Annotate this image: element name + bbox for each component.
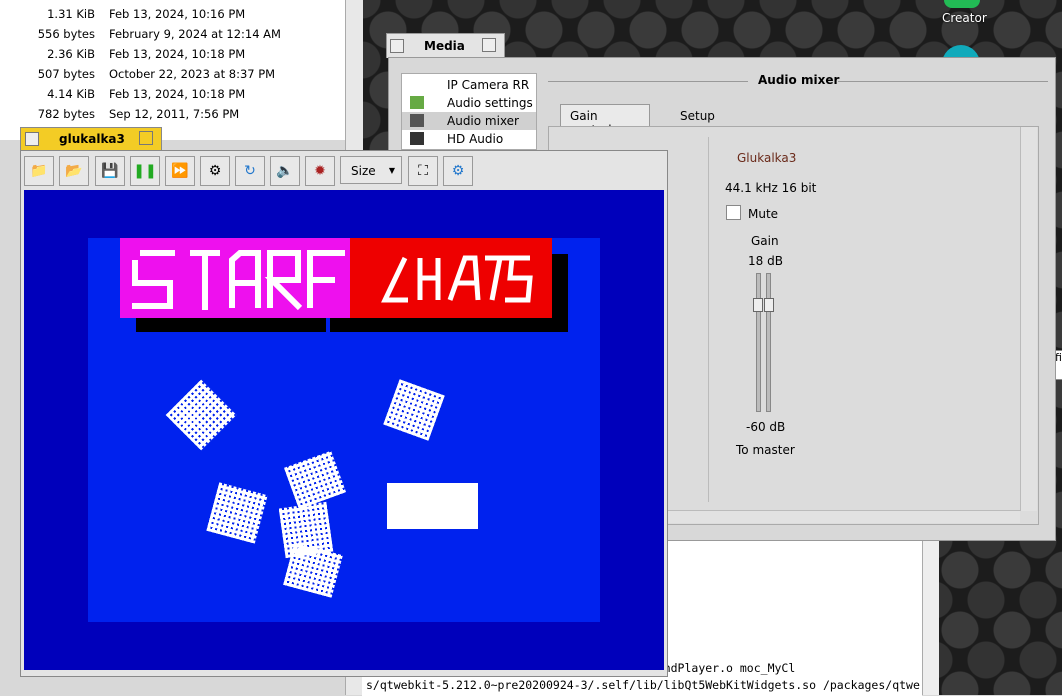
file-date: Feb 13, 2024, 10:18 PM [109, 47, 246, 61]
divider [838, 81, 1048, 82]
debug-icon[interactable]: ✹ [305, 156, 335, 186]
gain-label: Gain [751, 234, 779, 248]
settings-icon[interactable]: ⚙ [200, 156, 230, 186]
tab-gain-controls[interactable]: Gain controls [560, 104, 650, 137]
hd-audio-icon [410, 132, 424, 145]
file-row[interactable]: 4.14 KiB Feb 13, 2024, 10:18 PM [0, 84, 345, 104]
gain-value: 18 dB [748, 254, 783, 268]
glukalka-window-title: glukalka3 [59, 132, 125, 146]
close-icon[interactable] [25, 132, 39, 146]
media-window-title: Media [424, 39, 465, 53]
mixer-title: Audio mixer [758, 73, 840, 87]
game-logo-left [120, 238, 360, 318]
media-list-item[interactable]: Audio mixer [402, 112, 536, 130]
file-date: Feb 13, 2024, 10:18 PM [109, 87, 246, 101]
game-sprite-bar [387, 483, 478, 529]
file-size: 1.31 KiB [47, 7, 95, 21]
file-date: Feb 13, 2024, 10:16 PM [109, 7, 246, 21]
media-window-tab[interactable]: Media [386, 33, 505, 58]
divider [548, 81, 748, 82]
game-logo-right [350, 238, 552, 318]
media-list-item-label: HD Audio [447, 132, 504, 146]
gain-slider-left-track[interactable] [756, 273, 761, 412]
media-list-item-label: Audio mixer [447, 114, 519, 128]
close-icon[interactable] [390, 39, 404, 53]
file-size: 556 bytes [37, 27, 95, 41]
mute-label[interactable]: Mute [748, 207, 778, 221]
tab-setup[interactable]: Setup [668, 106, 728, 126]
logo-shadow [552, 254, 568, 332]
media-list-item[interactable]: Audio settings [402, 94, 536, 112]
media-list-item[interactable]: HD Audio [402, 130, 536, 148]
terminal-scrollbar[interactable] [922, 540, 939, 695]
media-list-item-label: IP Camera RR [447, 78, 530, 92]
size-dropdown[interactable]: Size ▼ [340, 156, 402, 184]
creator-icon[interactable] [944, 0, 980, 8]
audio-settings-icon [410, 96, 424, 109]
open-folder-icon[interactable]: 📁 [24, 156, 54, 186]
logo-right-glyphs [381, 255, 533, 303]
file-row[interactable]: 556 bytes February 9, 2024 at 12:14 AM [0, 24, 345, 44]
file-size: 4.14 KiB [47, 87, 95, 101]
tab-setup-label: Setup [680, 109, 715, 123]
emulator-toolbar: 📁 📂 💾 ❚❚ ⏩ ⚙ ↻ 🔈 ✹ Size ▼ ⛶ ⚙ [24, 156, 664, 188]
zoom-icon[interactable] [482, 38, 496, 52]
gain-slider-right-thumb[interactable] [764, 298, 774, 312]
pause-icon[interactable]: ❚❚ [130, 156, 160, 186]
glukalka-window-tab[interactable]: glukalka3 [20, 127, 162, 151]
to-master-label: To master [736, 443, 795, 457]
volume-icon[interactable]: 🔈 [270, 156, 300, 186]
logo-shadow [330, 318, 568, 332]
gain-slider-left-thumb[interactable] [753, 298, 763, 312]
file-date: Sep 12, 2011, 7:56 PM [109, 107, 240, 121]
media-list-item[interactable]: IP Camera RR [402, 76, 536, 94]
file-date: February 9, 2024 at 12:14 AM [109, 27, 281, 41]
creator-label[interactable]: Creator [942, 11, 987, 25]
file-row[interactable]: 2.36 KiB Feb 13, 2024, 10:18 PM [0, 44, 345, 64]
mixer-vertical-scrollbar[interactable] [1020, 127, 1037, 511]
fast-forward-icon[interactable]: ⏩ [165, 156, 195, 186]
reload-icon[interactable]: ↻ [235, 156, 265, 186]
mixer-icon [410, 114, 424, 127]
media-nav-list: IP Camera RR Audio settings Audio mixer HD … [401, 73, 537, 150]
save-icon[interactable]: 💾 [95, 156, 125, 186]
file-size: 2.36 KiB [47, 47, 95, 61]
fullscreen-icon[interactable]: ⛶ [408, 156, 438, 186]
file-date: October 22, 2023 at 8:37 PM [109, 67, 276, 81]
zoom-icon[interactable] [139, 131, 153, 145]
joystick-icon[interactable]: ⚙ [443, 156, 473, 186]
channel-format: 44.1 kHz 16 bit [725, 181, 817, 195]
file-row[interactable]: 782 bytes Sep 12, 2011, 7:56 PM [0, 104, 345, 124]
logo-left-glyphs [132, 250, 345, 311]
media-list-item-label: Audio settings [447, 96, 533, 110]
open-recent-icon[interactable]: 📂 [59, 156, 89, 186]
chevron-down-icon: ▼ [388, 166, 395, 175]
logo-shadow [136, 318, 326, 332]
size-dropdown-label: Size [351, 164, 376, 178]
file-size: 507 bytes [37, 67, 95, 81]
file-row[interactable]: 1.31 KiB Feb 13, 2024, 10:16 PM [0, 4, 345, 24]
channel-divider [708, 137, 709, 502]
terminal-line: s/qtwebkit-5.212.0~pre20200924-3/.self/l… [366, 678, 920, 692]
gain-slider-right-track[interactable] [766, 273, 771, 412]
mute-checkbox[interactable] [726, 205, 741, 220]
file-row[interactable]: 507 bytes October 22, 2023 at 8:37 PM [0, 64, 345, 84]
camera-icon [410, 78, 424, 91]
file-size: 782 bytes [37, 107, 95, 121]
channel-name: Glukalka3 [737, 151, 797, 165]
gain-min-value: -60 dB [746, 420, 786, 434]
